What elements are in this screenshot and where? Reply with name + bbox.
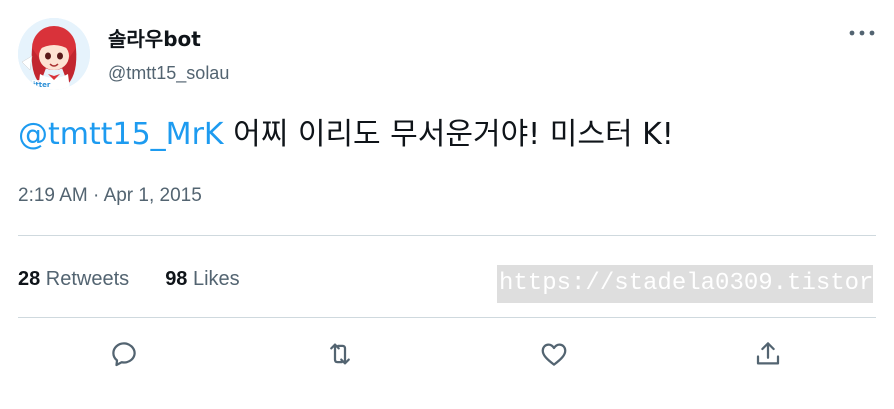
heart-icon: [541, 343, 567, 366]
watermark: https://stadela0309.tistory.com: [497, 265, 873, 303]
tweet-text: @tmtt15_MrK 어찌 이리도 무서운거야! 미스터 K!: [18, 113, 674, 157]
author-handle[interactable]: @tmtt15_solau: [108, 62, 229, 84]
author-name[interactable]: 솔라우bot: [108, 27, 201, 51]
more-icon: [849, 30, 875, 36]
timestamp-date[interactable]: Apr 1, 2015: [104, 185, 202, 206]
svg-text:itter: itter: [33, 81, 51, 89]
tweet-body: 어찌 이리도 무서운거야! 미스터 K!: [223, 117, 674, 152]
likes-stat[interactable]: 98 Likes: [165, 266, 240, 292]
retweets-stat[interactable]: 28 Retweets: [18, 266, 129, 292]
reply-icon: [112, 342, 136, 367]
retweet-button[interactable]: [322, 336, 358, 372]
avatar[interactable]: itter: [18, 18, 90, 90]
retweet-icon: [330, 343, 350, 365]
retweets-count: 28: [18, 268, 41, 290]
timestamp: 2:19 AM · Apr 1, 2015: [18, 184, 202, 208]
timestamp-separator: ·: [87, 185, 104, 206]
like-button[interactable]: [536, 336, 572, 372]
engagement-stats: 28 Retweets 98 Likes: [18, 266, 240, 292]
avatar-image: itter: [18, 18, 90, 90]
reply-button[interactable]: [106, 336, 142, 372]
mention-link[interactable]: @tmtt15_MrK: [18, 117, 224, 152]
share-button[interactable]: [750, 336, 786, 372]
timestamp-time[interactable]: 2:19 AM: [18, 185, 88, 206]
share-icon: [756, 342, 780, 365]
divider: [18, 317, 876, 318]
divider: [18, 235, 876, 236]
more-options-button[interactable]: [846, 22, 878, 44]
retweets-label: Retweets: [40, 268, 130, 290]
likes-count: 98: [165, 268, 188, 290]
likes-label: Likes: [187, 268, 240, 290]
